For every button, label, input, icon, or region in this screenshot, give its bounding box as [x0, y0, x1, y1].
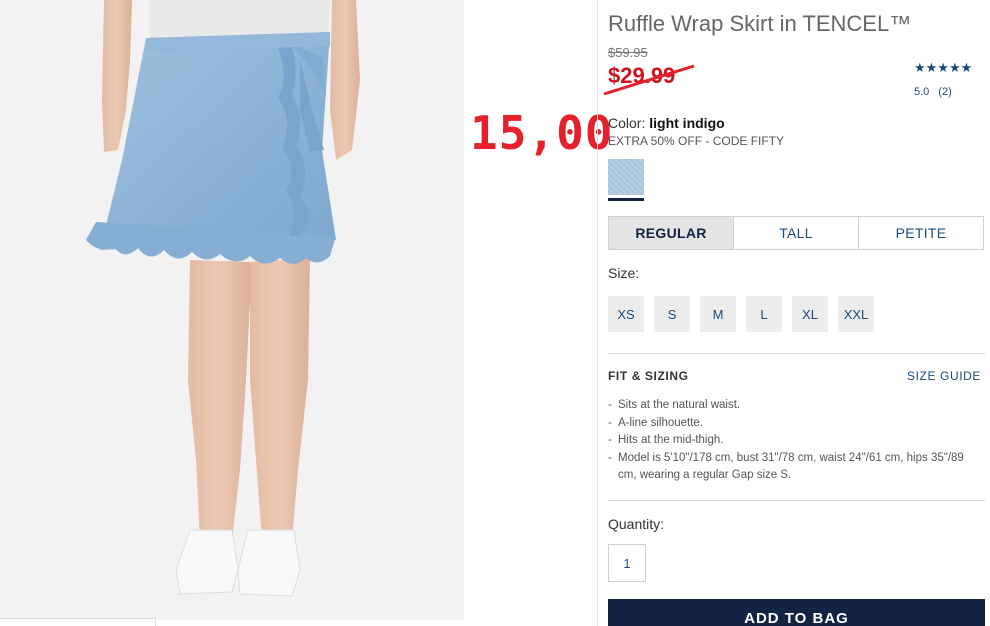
tab-tall[interactable]: TALL [733, 217, 858, 249]
swatch-selected-indicator [608, 198, 644, 201]
star-rating-icon[interactable]: ★★★★★ [914, 60, 972, 76]
handwritten-price-overlay: 15,00 [470, 106, 614, 160]
size-option-m[interactable]: M [700, 296, 736, 332]
color-swatch-light-indigo[interactable] [608, 159, 644, 195]
original-price: $59.95 [608, 45, 648, 60]
product-image[interactable] [0, 0, 464, 620]
add-to-bag-button[interactable]: ADD TO BAG [608, 599, 985, 626]
list-item: Sits at the natural waist. [608, 397, 985, 415]
skirt-illustration [0, 0, 464, 620]
rating-summary[interactable]: 5.0 (2) [914, 86, 952, 98]
quantity-select[interactable]: 1 [608, 544, 646, 582]
color-name: light indigo [649, 115, 725, 131]
tab-petite[interactable]: PETITE [858, 217, 983, 249]
promo-text: EXTRA 50% OFF - CODE FIFTY [608, 134, 785, 148]
list-item: A-line silhouette. [608, 415, 985, 433]
divider [608, 500, 985, 501]
review-count: (2) [938, 86, 952, 98]
fit-tabs: REGULAR TALL PETITE [608, 216, 984, 250]
size-guide-link[interactable]: SIZE GUIDE [907, 369, 981, 383]
size-label: Size: [608, 265, 640, 281]
size-option-xl[interactable]: XL [792, 296, 828, 332]
size-option-xs[interactable]: XS [608, 296, 644, 332]
tab-regular[interactable]: REGULAR [609, 217, 733, 249]
list-item: Hits at the mid-thigh. [608, 432, 985, 450]
rating-value: 5.0 [914, 86, 930, 98]
color-row: Color: light indigo [608, 115, 725, 131]
quantity-label: Quantity: [608, 516, 665, 532]
thumbnail-edge [0, 618, 156, 626]
color-label: Color: [608, 115, 646, 131]
column-divider [597, 0, 598, 626]
fit-details-list: Sits at the natural waist. A-line silhou… [608, 397, 985, 485]
fit-sizing-heading: FIT & SIZING [608, 369, 689, 383]
list-item: Model is 5'10"/178 cm, bust 31"/78 cm, w… [608, 450, 985, 485]
product-title: Ruffle Wrap Skirt in TENCEL™ [608, 11, 912, 36]
divider [608, 353, 985, 354]
size-option-s[interactable]: S [654, 296, 690, 332]
size-option-l[interactable]: L [746, 296, 782, 332]
red-strikethrough-mark [603, 64, 695, 96]
size-option-xxl[interactable]: XXL [838, 296, 874, 332]
size-selector: XS S M L XL XXL [608, 296, 884, 332]
